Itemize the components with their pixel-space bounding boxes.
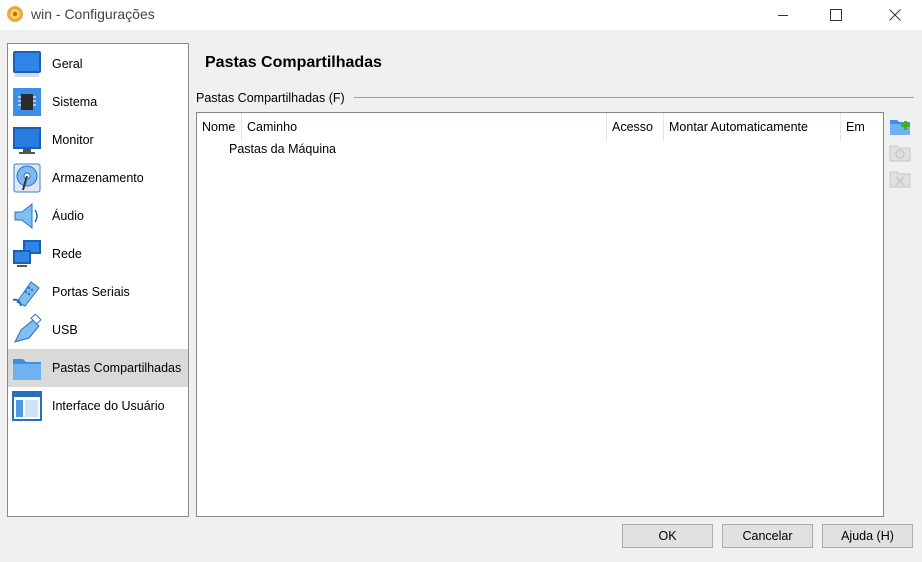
title-bar: win - Configurações bbox=[0, 0, 922, 30]
column-header-caminho[interactable]: Caminho bbox=[242, 113, 607, 141]
group-divider bbox=[354, 97, 914, 98]
folder-icon bbox=[13, 359, 41, 380]
user-interface-icon bbox=[12, 391, 42, 421]
cancel-button[interactable]: Cancelar bbox=[722, 524, 813, 548]
sidebar-item-label: Áudio bbox=[52, 209, 84, 223]
sidebar-item-geral[interactable]: Geral bbox=[8, 45, 188, 83]
sidebar-item-label: Pastas Compartilhadas bbox=[52, 361, 182, 375]
maximize-button[interactable] bbox=[813, 0, 859, 30]
speaker-icon bbox=[14, 202, 38, 230]
serial-port-icon bbox=[12, 281, 40, 307]
sidebar-item-label: Sistema bbox=[52, 95, 98, 109]
usb-icon bbox=[14, 314, 42, 343]
window-title: win - Configurações bbox=[31, 6, 155, 22]
sidebar-item-interface-do-usuario[interactable]: Interface do Usuário bbox=[8, 387, 188, 425]
minimize-icon bbox=[778, 15, 788, 16]
maximize-icon bbox=[830, 9, 842, 21]
system-chip-icon bbox=[13, 88, 41, 116]
add-folder-icon[interactable] bbox=[889, 115, 911, 137]
network-icon bbox=[13, 240, 41, 267]
settings-sidebar: Geral Sistema Monitor Armazenamento Áudi… bbox=[7, 43, 189, 517]
sidebar-item-portas-seriais[interactable]: Portas Seriais bbox=[8, 273, 188, 311]
virtualbox-gear-icon bbox=[7, 6, 23, 22]
sidebar-item-pastas-compartilhadas[interactable]: Pastas Compartilhadas bbox=[8, 349, 188, 387]
sidebar-item-rede[interactable]: Rede bbox=[8, 235, 188, 273]
shared-folders-table[interactable]: Nome Caminho Acesso Montar Automaticamen… bbox=[196, 112, 884, 517]
sidebar-item-audio[interactable]: Áudio bbox=[8, 197, 188, 235]
column-header-montar-automaticamente[interactable]: Montar Automaticamente bbox=[664, 113, 841, 141]
sidebar-item-label: Interface do Usuário bbox=[52, 399, 165, 413]
sidebar-item-label: USB bbox=[52, 323, 78, 337]
table-row[interactable]: Pastas da Máquina bbox=[229, 142, 336, 156]
group-label: Pastas Compartilhadas (F) bbox=[196, 91, 349, 105]
help-button[interactable]: Ajuda (H) bbox=[822, 524, 913, 548]
column-header-nome[interactable]: Nome bbox=[197, 113, 242, 141]
monitor-icon bbox=[13, 127, 41, 154]
minimize-button[interactable] bbox=[760, 0, 806, 30]
sidebar-item-monitor[interactable]: Monitor bbox=[8, 121, 188, 159]
sidebar-item-label: Geral bbox=[52, 57, 83, 71]
page-title: Pastas Compartilhadas bbox=[205, 54, 382, 71]
sidebar-item-label: Armazenamento bbox=[52, 171, 144, 185]
general-icon bbox=[13, 51, 41, 77]
sidebar-item-armazenamento[interactable]: Armazenamento bbox=[8, 159, 188, 197]
column-header-acesso[interactable]: Acesso bbox=[607, 113, 664, 141]
sidebar-item-usb[interactable]: USB bbox=[8, 311, 188, 349]
sidebar-item-label: Rede bbox=[52, 247, 82, 261]
column-header-em[interactable]: Em bbox=[841, 113, 882, 141]
close-icon bbox=[889, 9, 901, 21]
ok-button[interactable]: OK bbox=[622, 524, 713, 548]
sidebar-item-label: Portas Seriais bbox=[52, 285, 130, 299]
remove-folder-icon[interactable] bbox=[889, 167, 911, 189]
storage-disk-icon bbox=[13, 163, 41, 193]
sidebar-item-sistema[interactable]: Sistema bbox=[8, 83, 188, 121]
close-button[interactable] bbox=[872, 0, 918, 30]
sidebar-item-label: Monitor bbox=[52, 133, 94, 147]
edit-folder-icon[interactable] bbox=[889, 141, 911, 163]
